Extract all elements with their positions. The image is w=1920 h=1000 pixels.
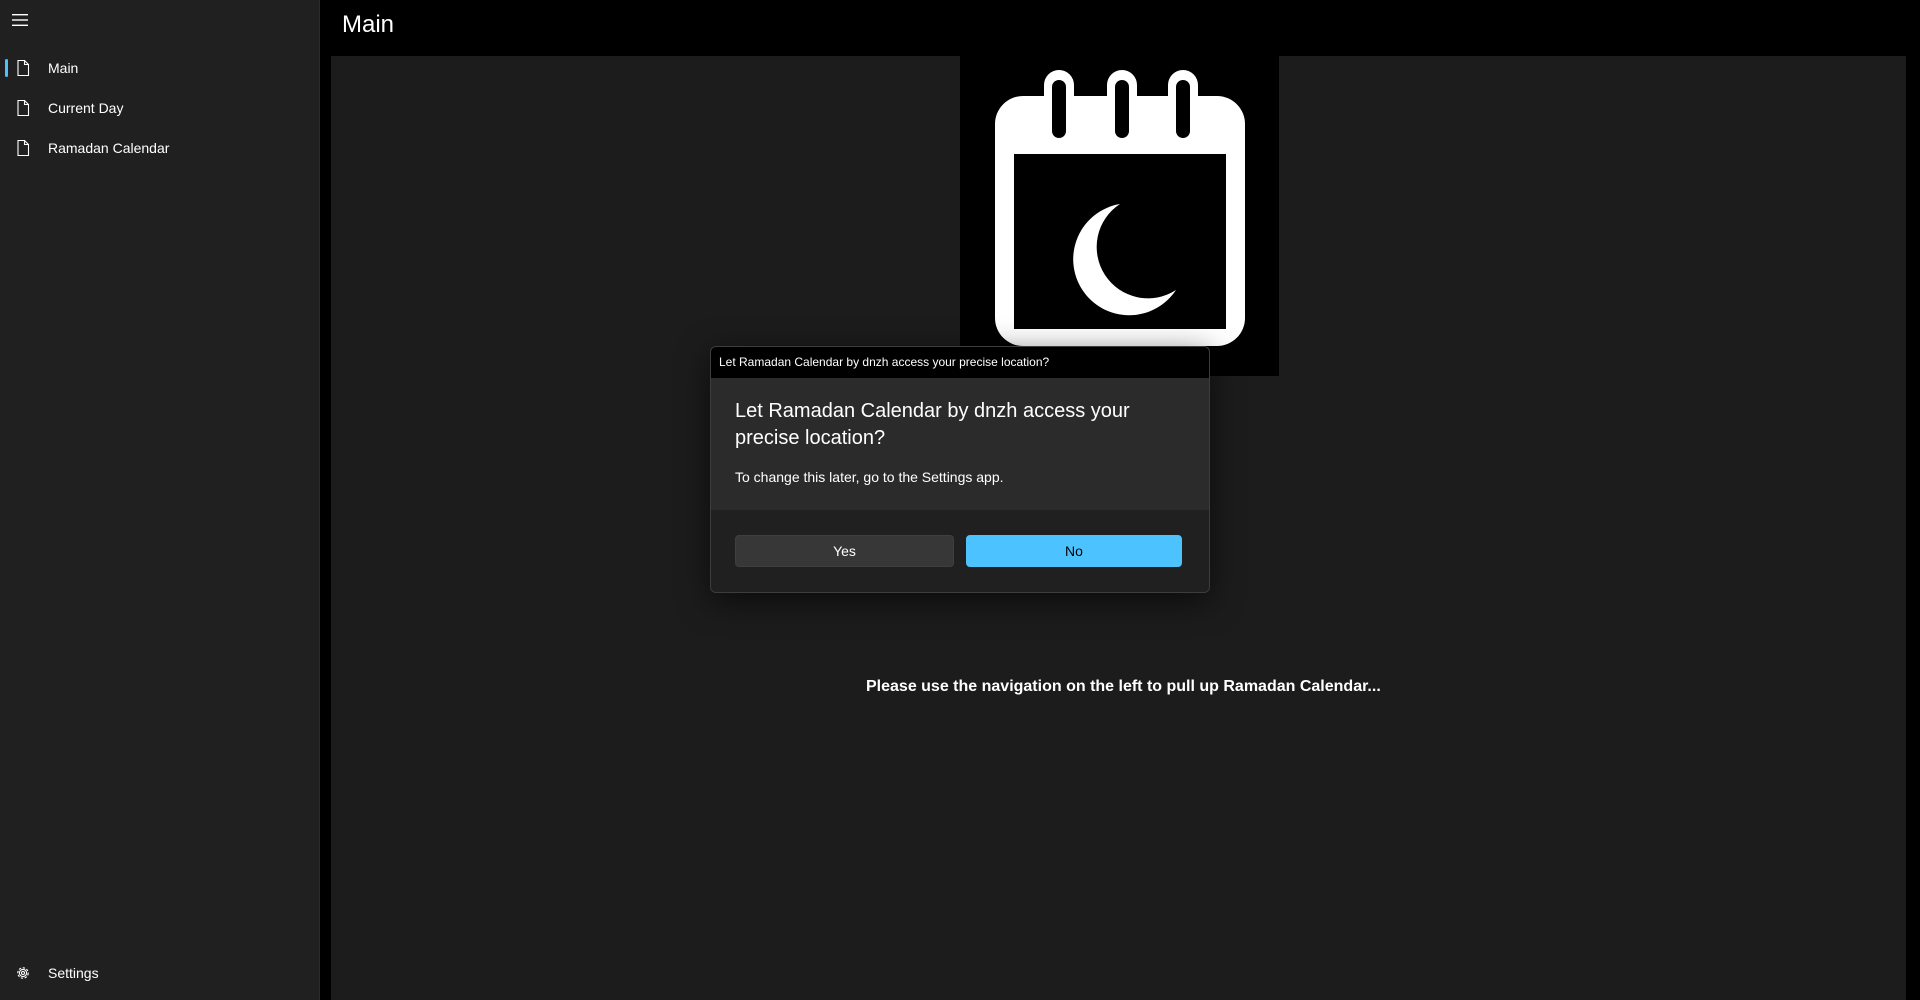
dialog-titlebar: Let Ramadan Calendar by dnzh access your…	[711, 347, 1209, 378]
location-permission-dialog: Let Ramadan Calendar by dnzh access your…	[710, 346, 1210, 593]
document-icon	[17, 59, 30, 77]
hamburger-menu-button[interactable]	[6, 6, 34, 34]
hamburger-menu-icon	[12, 14, 28, 26]
ramadan-calendar-crescent-icon	[995, 70, 1245, 346]
sidebar-item-label: Settings	[48, 965, 99, 981]
instruction-message: Please use the navigation on the left to…	[866, 678, 1381, 695]
dialog-subtext: To change this later, go to the Settings…	[735, 469, 1004, 485]
selection-indicator	[5, 59, 8, 77]
sidebar-item-current-day[interactable]: Current Day	[4, 90, 312, 126]
sidebar-item-settings[interactable]: Settings	[4, 955, 312, 991]
dialog-body: Let Ramadan Calendar by dnzh access your…	[711, 378, 1209, 510]
document-icon	[17, 139, 30, 157]
dialog-footer: Yes No	[711, 510, 1209, 592]
gear-icon	[17, 967, 29, 979]
navigation-pane: Main Current Day Ramadan Calendar Settin…	[0, 0, 320, 1000]
sidebar-item-ramadan-calendar[interactable]: Ramadan Calendar	[4, 130, 312, 166]
dialog-heading: Let Ramadan Calendar by dnzh access your…	[735, 400, 1130, 449]
sidebar-item-label: Ramadan Calendar	[48, 140, 170, 156]
page-title: Main	[342, 11, 395, 38]
no-button[interactable]: No	[966, 535, 1182, 567]
app-logo	[960, 56, 1279, 376]
sidebar-item-label: Current Day	[48, 100, 124, 116]
sidebar-item-main[interactable]: Main	[4, 50, 312, 86]
document-icon	[17, 99, 30, 117]
yes-button[interactable]: Yes	[735, 535, 954, 567]
sidebar-item-label: Main	[48, 60, 79, 76]
